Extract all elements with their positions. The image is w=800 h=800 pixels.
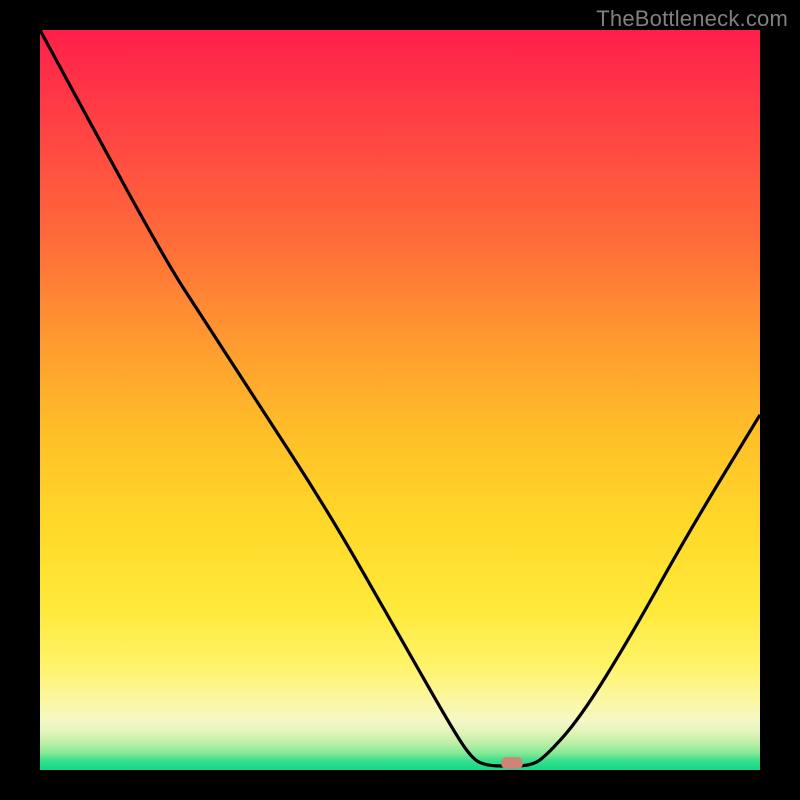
optimal-point-marker: [501, 757, 523, 769]
heat-gradient-background: [40, 30, 760, 770]
plot-area: [40, 30, 760, 770]
chart-frame: TheBottleneck.com: [0, 0, 800, 800]
watermark-text: TheBottleneck.com: [596, 6, 788, 32]
